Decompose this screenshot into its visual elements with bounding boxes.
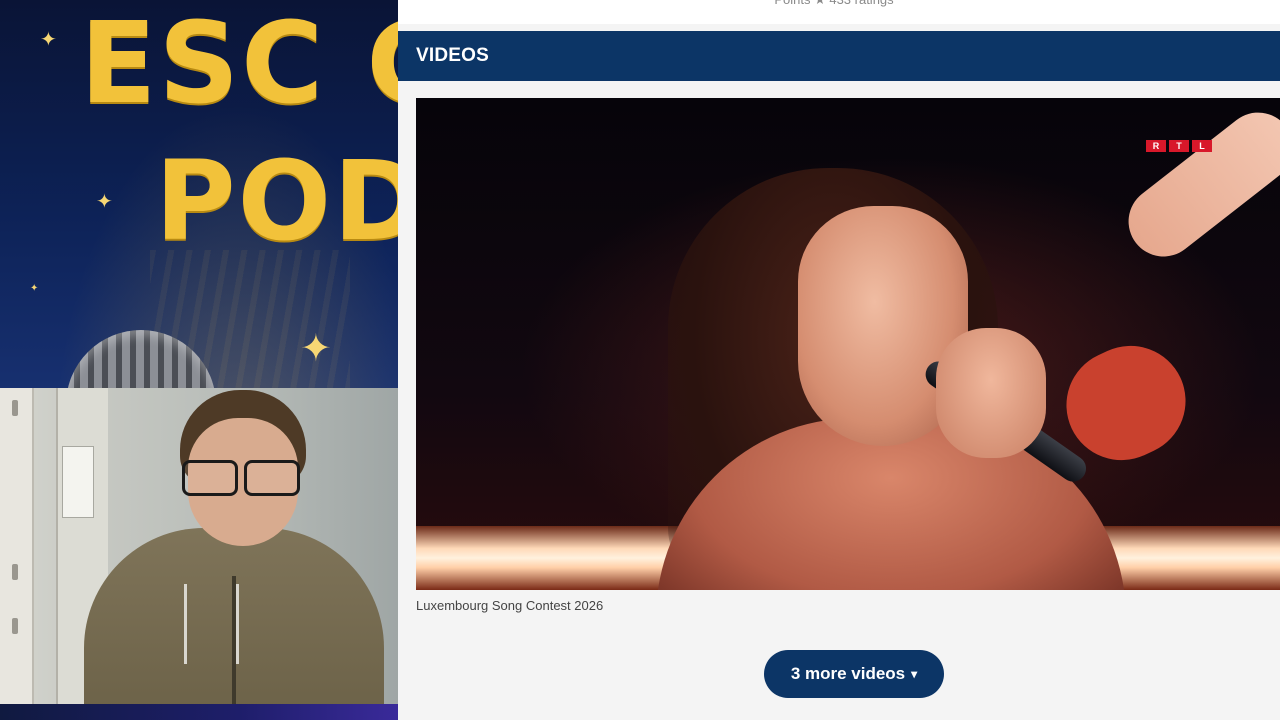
videos-section-header: VIDEOS bbox=[398, 31, 1280, 81]
hoodie-cord bbox=[184, 584, 187, 664]
logo-letter: T bbox=[1169, 140, 1189, 152]
sparkle-icon: ✦ bbox=[30, 283, 39, 294]
podcast-title-line-2: POD bbox=[155, 137, 398, 265]
rating-text: Points ★ 433 ratings bbox=[774, 0, 893, 8]
rating-summary: Points ★ 433 ratings bbox=[398, 0, 1280, 24]
sparkle-icon: ✦ bbox=[40, 29, 57, 51]
more-videos-label: 3 more videos bbox=[790, 664, 906, 683]
sparkle-icon: ✦ bbox=[96, 191, 113, 213]
logo-letter: R bbox=[1146, 140, 1166, 152]
section-title: VIDEOS bbox=[416, 45, 489, 66]
podcast-title-line-1: ESC G bbox=[80, 0, 398, 129]
video-caption: Luxembourg Song Contest 2026 bbox=[416, 598, 604, 613]
channel-logo: R T L bbox=[1146, 140, 1212, 152]
webcam-feed bbox=[0, 388, 398, 704]
stream-overlay: ESC G POD ✦ ✦ ✦ ✦ bbox=[0, 0, 398, 720]
caret-down-icon: ▾ bbox=[911, 667, 918, 681]
overlay-bottom-strip bbox=[0, 704, 398, 720]
more-videos-button[interactable]: 3 more videos ▾ bbox=[764, 650, 944, 698]
cabinet bbox=[0, 388, 34, 704]
logo-letter: L bbox=[1192, 140, 1212, 152]
podcast-graphic: ESC G POD ✦ ✦ ✦ ✦ bbox=[0, 0, 398, 390]
streamer bbox=[60, 388, 390, 704]
web-page: Points ★ 433 ratings VIDEOS R T L Luxemb… bbox=[398, 0, 1280, 720]
singer-hand bbox=[936, 328, 1046, 458]
hoodie-cord bbox=[236, 584, 239, 664]
glasses-icon bbox=[180, 460, 304, 496]
sparkle-icon: ✦ bbox=[300, 328, 332, 370]
video-player[interactable]: R T L bbox=[416, 98, 1280, 590]
